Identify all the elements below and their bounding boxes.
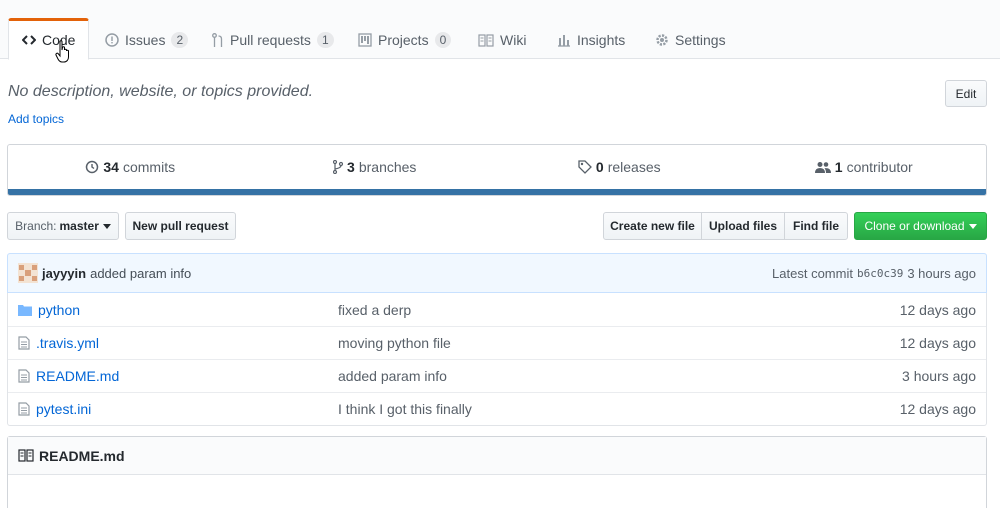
file-name: python: [38, 301, 81, 318]
file-name: .travis.yml: [36, 335, 99, 351]
releases-count: 0: [595, 159, 604, 175]
file-commit-message[interactable]: moving python file: [338, 335, 451, 351]
tag-icon: [578, 160, 592, 174]
tab-settings[interactable]: Settings: [655, 20, 726, 60]
avatar[interactable]: [18, 263, 38, 283]
file-name: pytest.ini: [36, 401, 92, 417]
file-commit-message[interactable]: added param info: [338, 368, 447, 384]
file-icon: [18, 402, 30, 416]
file-name-link[interactable]: python: [18, 302, 80, 318]
branches-link[interactable]: 3 branches: [253, 145, 498, 189]
caret-down-icon: [968, 223, 977, 229]
latest-commit-bar: jayyyin added param info Latest commit b…: [7, 253, 987, 293]
clone-label: Clone or download: [864, 219, 965, 233]
repo-description: No description, website, or topics provi…: [8, 83, 314, 100]
branch-icon: [333, 160, 344, 174]
code-icon: [22, 35, 36, 45]
new-pull-request-button[interactable]: New pull request: [125, 212, 236, 240]
commit-author[interactable]: jayyyin: [42, 266, 86, 281]
branch-name: master: [59, 219, 99, 233]
contributors-link[interactable]: 1 contributor: [742, 145, 987, 189]
tab-label: Insights: [577, 32, 626, 48]
file-commit-message[interactable]: fixed a derp: [338, 302, 411, 318]
latest-commit-prefix: Latest commit: [772, 265, 853, 281]
tab-issues[interactable]: Issues 2: [105, 20, 189, 60]
caret-down-icon: [102, 223, 111, 229]
folder-icon: [18, 304, 32, 316]
edit-description-button[interactable]: Edit: [945, 80, 987, 107]
file-name-link[interactable]: README.md: [18, 368, 119, 384]
add-topics-link[interactable]: Add topics: [8, 112, 64, 126]
pull-requests-counter: 1: [316, 32, 334, 48]
create-new-file-button[interactable]: Create new file: [603, 212, 702, 240]
tab-label: Wiki: [500, 32, 527, 48]
tab-label: Pull requests: [230, 32, 311, 48]
branches-label: branches: [358, 159, 417, 175]
branch-select-button[interactable]: Branch: master: [7, 212, 119, 240]
releases-link[interactable]: 0 releases: [497, 145, 742, 189]
language-bar[interactable]: [8, 189, 986, 195]
contributors-count: 1: [834, 159, 843, 175]
clone-download-button[interactable]: Clone or download: [854, 212, 987, 240]
file-icon: [18, 336, 30, 350]
tab-label: Issues: [125, 32, 166, 48]
repo-nav: Code Issues 2 Pull requests 1 Projects 0…: [0, 0, 1000, 60]
file-age: 12 days ago: [899, 335, 976, 351]
table-row: README.md added param info 3 hours ago: [8, 359, 986, 392]
tab-wiki[interactable]: Wiki: [478, 20, 526, 60]
upload-files-button[interactable]: Upload files: [701, 212, 785, 240]
file-icon: [18, 369, 30, 383]
find-file-button[interactable]: Find file: [784, 212, 848, 240]
file-name-link[interactable]: .travis.yml: [18, 335, 99, 351]
commits-link[interactable]: 34 commits: [8, 145, 253, 189]
issue-icon: [105, 33, 119, 47]
repo-summary: 34 commits 3 branches 0 releases 1 contr…: [7, 144, 987, 196]
tab-label: Settings: [675, 32, 726, 48]
tab-projects[interactable]: Projects 0: [358, 20, 452, 60]
commit-meta: Latest commit b6c0c39 3 hours ago: [772, 266, 976, 281]
history-icon: [86, 160, 99, 174]
projects-counter: 0: [434, 32, 452, 48]
branches-count: 3: [347, 159, 355, 175]
readme-box: README.md: [7, 436, 987, 508]
table-row: python fixed a derp 12 days ago: [8, 293, 986, 326]
pointer-cursor-icon: [55, 40, 69, 63]
file-commit-message[interactable]: I think I got this finally: [338, 401, 472, 417]
commit-message[interactable]: added param info: [90, 266, 191, 281]
pull-request-icon: [212, 32, 223, 47]
releases-label: releases: [607, 159, 661, 175]
gear-icon: [656, 34, 668, 46]
readme-header: README.md: [8, 437, 986, 475]
file-name: README.md: [36, 368, 120, 384]
file-name-link[interactable]: pytest.ini: [18, 401, 91, 417]
issues-counter: 2: [171, 32, 189, 48]
tab-pull-requests[interactable]: Pull requests 1: [212, 20, 334, 60]
file-list: python fixed a derp 12 days ago .travis.…: [7, 293, 987, 426]
graph-icon: [558, 35, 570, 47]
branch-prefix: Branch:: [15, 219, 57, 233]
readme-title: README.md: [39, 447, 125, 464]
commits-label: commits: [122, 159, 176, 175]
tab-insights[interactable]: Insights: [557, 20, 625, 60]
file-age: 12 days ago: [899, 401, 976, 417]
book-icon: [478, 33, 494, 47]
contributors-label: contributor: [846, 159, 913, 175]
file-age: 12 days ago: [899, 301, 976, 318]
table-row: pytest.ini I think I got this finally 12…: [8, 392, 986, 425]
tab-code[interactable]: Code: [8, 18, 90, 60]
commits-count: 34: [103, 159, 119, 175]
book-icon: [18, 449, 34, 462]
table-row: .travis.yml moving python file 12 days a…: [8, 326, 986, 359]
commit-sha[interactable]: b6c0c39: [857, 267, 903, 280]
people-icon: [814, 161, 831, 173]
tab-label: Projects: [378, 32, 429, 48]
project-icon: [358, 33, 372, 47]
file-age: 3 hours ago: [902, 368, 976, 384]
commit-age: 3 hours ago: [907, 265, 976, 281]
